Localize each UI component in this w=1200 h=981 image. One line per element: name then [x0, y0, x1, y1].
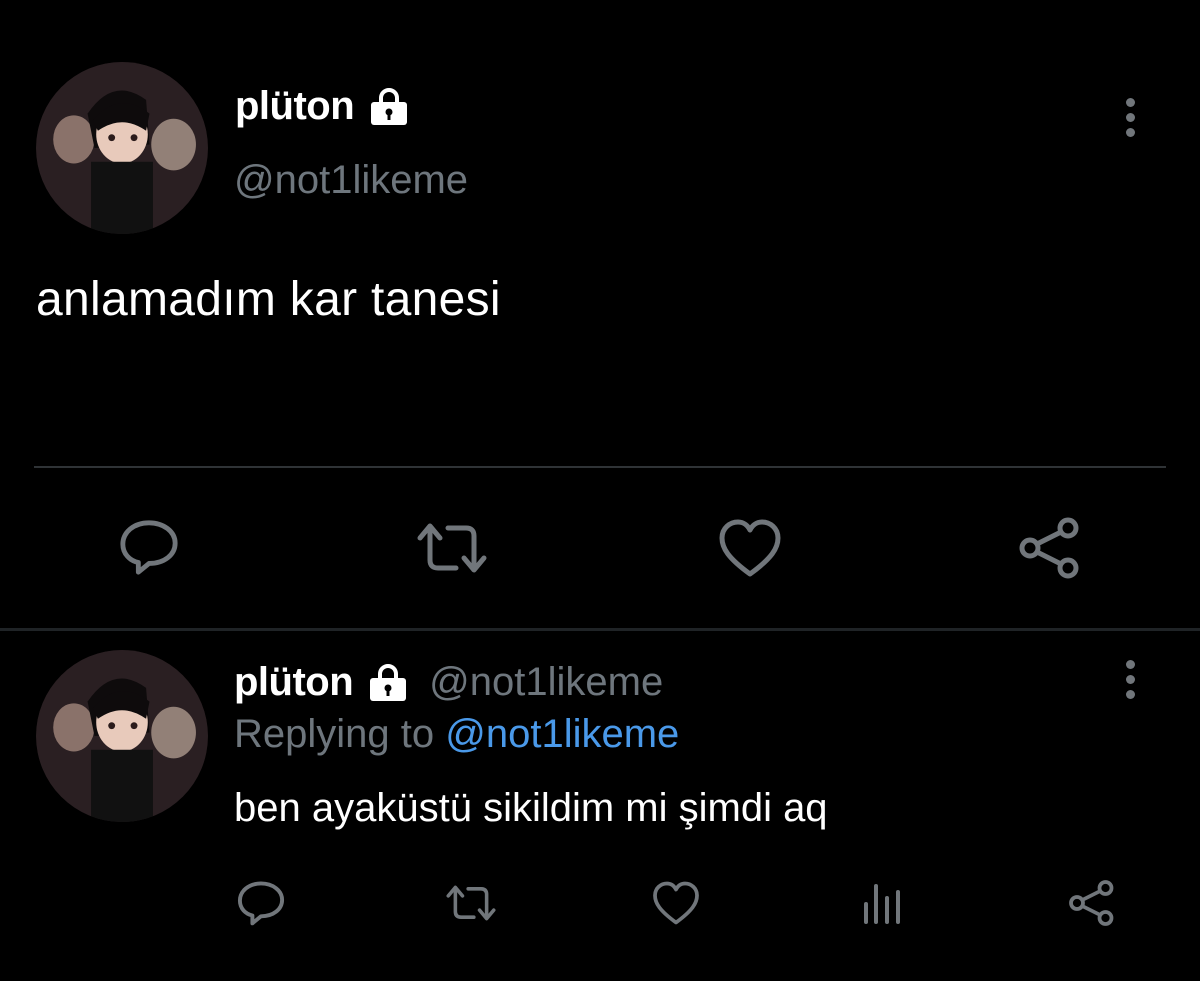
section-separator	[0, 628, 1200, 631]
avatar[interactable]	[36, 62, 208, 234]
tweet-text: ben ayaküstü sikildim mi şimdi aq	[234, 786, 828, 830]
retweet-icon[interactable]	[414, 520, 490, 576]
display-name-text[interactable]: plüton	[235, 84, 355, 129]
heart-icon[interactable]	[718, 518, 782, 578]
share-icon[interactable]	[1068, 878, 1116, 928]
display-name[interactable]: plüton	[235, 84, 412, 129]
lock-icon	[365, 663, 411, 703]
replying-to: Replying to @not1likeme	[234, 712, 679, 757]
more-vertical-icon[interactable]	[1123, 660, 1137, 699]
handle[interactable]: @not1likeme	[234, 158, 468, 203]
reply-bubble-icon[interactable]	[118, 516, 180, 578]
avatar[interactable]	[36, 650, 208, 822]
more-vertical-icon[interactable]	[1123, 98, 1137, 137]
divider	[34, 466, 1166, 468]
lock-icon	[366, 87, 412, 127]
tweet-text: anlamadım kar tanesi	[36, 273, 501, 326]
handle[interactable]: @not1likeme	[429, 660, 663, 705]
analytics-icon[interactable]	[860, 880, 904, 926]
display-name[interactable]: plüton	[234, 660, 354, 705]
retweet-icon[interactable]	[444, 882, 498, 924]
replying-prefix: Replying to	[234, 712, 435, 756]
share-icon[interactable]	[1018, 516, 1082, 580]
tweet-thread: plüton @not1likeme anlamadım kar tanesi	[0, 0, 1200, 981]
reply-bubble-icon[interactable]	[236, 878, 286, 928]
heart-icon[interactable]	[652, 880, 700, 926]
reply-header: plüton @not1likeme	[234, 660, 663, 705]
mention-link[interactable]: @not1likeme	[445, 712, 679, 756]
